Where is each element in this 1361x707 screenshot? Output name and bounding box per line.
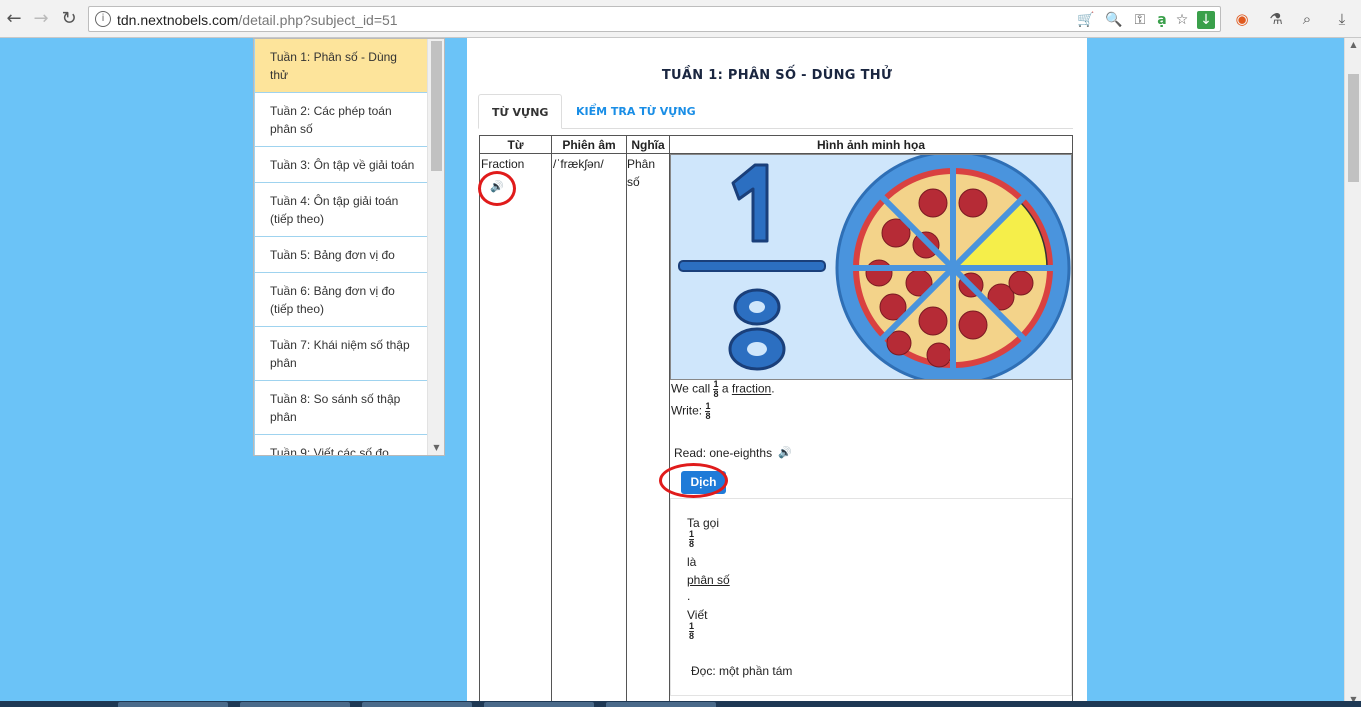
translation-box: Ta gọi 18 là phân số . Viết 18 Đọc: một … — [670, 498, 1072, 696]
url-path: /detail.php?subject_id=51 — [238, 12, 398, 28]
sidebar-item-week-1[interactable]: Tuần 1: Phân số - Dùng thử — [254, 39, 428, 93]
one-eighth-pizza-illustration — [671, 155, 1071, 379]
taskbar — [0, 701, 1361, 707]
explanation-line-1: We call 18 a fraction. — [671, 380, 775, 399]
sidebar-item-week-4[interactable]: Tuần 4: Ôn tập giải toán (tiếp theo) — [254, 183, 428, 237]
fraction-one-eighth: 18 — [689, 621, 695, 641]
fraction-denominator: 8 — [705, 411, 711, 421]
cart-icon[interactable]: 🛒 — [1077, 11, 1095, 29]
fraction-numerator: 1 — [713, 379, 719, 389]
search-extension-icon[interactable]: ⌕ — [1297, 9, 1317, 29]
back-icon[interactable]: ← — [3, 8, 25, 30]
reload-icon[interactable]: ↻ — [58, 8, 80, 30]
page-scrollbar[interactable]: ▲ ▼ — [1344, 38, 1361, 707]
sidebar-scrollbar[interactable]: ▼ — [427, 39, 444, 455]
taskbar-button[interactable] — [484, 702, 594, 707]
fraction-denominator: 8 — [713, 389, 719, 399]
url-host: tdn.nextnobels.com — [117, 12, 239, 28]
key-icon[interactable]: ⚿ — [1131, 11, 1149, 29]
header-meaning: Nghĩa — [631, 138, 665, 152]
page-scroll-thumb[interactable] — [1348, 74, 1359, 182]
illustration-image — [670, 154, 1072, 380]
column-divider — [551, 136, 552, 706]
sidebar-item-week-2[interactable]: Tuần 2: Các phép toán phân số — [254, 93, 428, 147]
header-word: Từ — [507, 138, 524, 152]
write-label: Write: — [671, 403, 703, 418]
fraction-one-eighth: 18 — [705, 401, 711, 421]
taskbar-button[interactable] — [118, 702, 228, 707]
highlight-circle — [659, 463, 728, 498]
meaning-line-2: số — [627, 175, 640, 189]
period-text: . — [771, 381, 775, 396]
taskbar-button[interactable] — [606, 702, 716, 707]
column-divider — [626, 136, 627, 706]
page-title: TUẦN 1: PHÂN SỐ - DÙNG THỬ — [661, 68, 893, 83]
week-list: Tuần 1: Phân số - Dùng thử Tuần 2: Các p… — [254, 39, 429, 455]
vi-phan-so-link[interactable]: phân số — [687, 572, 730, 588]
fraction-denominator: 8 — [689, 539, 695, 549]
vi-doc: Đọc: một phần tám — [691, 664, 793, 678]
header-image: Hình ảnh minh họa — [817, 138, 925, 152]
fraction-numerator: 1 — [689, 621, 695, 631]
speaker-icon[interactable]: 🔊 — [778, 446, 792, 459]
explanation-line-2: Write: 18 — [671, 401, 711, 421]
download-extension-icon[interactable]: ↓ — [1197, 11, 1215, 29]
fraction-numerator: 1 — [689, 529, 695, 539]
phonetic-cell: /ˈfrækʃən/ — [553, 157, 604, 171]
scroll-down-arrow-icon[interactable]: ▼ — [431, 443, 442, 453]
tab-vocabulary-test[interactable]: KIỂM TRA TỪ VỰNG — [563, 94, 709, 129]
vi-dot: . — [687, 589, 691, 603]
info-icon[interactable]: i — [95, 11, 111, 27]
week-sidebar: Tuần 1: Phân số - Dùng thử Tuần 2: Các p… — [253, 38, 445, 456]
fraction-numerator: 1 — [705, 401, 711, 411]
we-call-text: We call — [671, 381, 711, 396]
star-icon[interactable]: ☆ — [1173, 11, 1191, 29]
fraction-link[interactable]: fraction — [732, 382, 771, 396]
sidebar-item-week-6[interactable]: Tuần 6: Bảng đơn vị đo (tiếp theo) — [254, 273, 428, 327]
sidebar-item-week-3[interactable]: Tuần 3: Ôn tập về giải toán — [254, 147, 428, 183]
highlight-circle — [478, 171, 516, 206]
header-phonetic: Phiên âm — [562, 138, 616, 152]
extension-icon[interactable]: ⚗ — [1266, 9, 1286, 29]
taskbar-button[interactable] — [362, 702, 472, 707]
taskbar-button[interactable] — [240, 702, 350, 707]
read-line: Read: one-eighths — [674, 445, 772, 461]
chrome-extension-icon[interactable]: ◉ — [1232, 9, 1252, 29]
address-bar[interactable]: i tdn.nextnobels.com/detail.php?subject_… — [88, 6, 1221, 32]
word-cell: Fraction — [481, 157, 525, 171]
translate-extension-icon[interactable]: ạ — [1153, 11, 1171, 29]
fraction-denominator: 8 — [689, 631, 695, 641]
url-text[interactable]: tdn.nextnobels.com/detail.php?subject_id… — [117, 12, 398, 28]
sidebar-item-week-8[interactable]: Tuần 8: So sánh số thập phân — [254, 381, 428, 435]
browser-toolbar: ← → ↻ i tdn.nextnobels.com/detail.php?su… — [0, 0, 1361, 38]
sidebar-scroll-thumb[interactable] — [431, 41, 442, 171]
forward-icon[interactable]: → — [30, 8, 52, 30]
meaning-line-1: Phân — [627, 157, 656, 171]
zoom-icon[interactable]: 🔍 — [1105, 11, 1123, 29]
download-icon[interactable]: ⤓ — [1332, 9, 1352, 29]
sidebar-item-week-5[interactable]: Tuần 5: Bảng đơn vị đo — [254, 237, 428, 273]
tab-vocabulary[interactable]: TỪ VỰNG — [478, 94, 563, 129]
sidebar-item-week-7[interactable]: Tuần 7: Khái niệm số thập phân — [254, 327, 428, 381]
fraction-one-eighth: 18 — [713, 379, 719, 399]
scroll-up-arrow-icon[interactable]: ▲ — [1348, 40, 1359, 50]
tab-bar: TỪ VỰNG KIỂM TRA TỪ VỰNG — [478, 94, 1073, 129]
main-panel: TUẦN 1: PHÂN SỐ - DÙNG THỬ TỪ VỰNG KIỂM … — [467, 38, 1087, 707]
vocabulary-table: Từ Phiên âm Nghĩa Hình ảnh minh họa Frac… — [478, 135, 1073, 707]
vi-la: là — [687, 555, 697, 569]
fraction-one-eighth: 18 — [689, 529, 695, 549]
sidebar-item-week-9[interactable]: Tuần 9: Viết các số đo — [254, 435, 428, 455]
a-text: a — [721, 381, 729, 396]
read-label: Read: one-eighths — [674, 446, 773, 460]
